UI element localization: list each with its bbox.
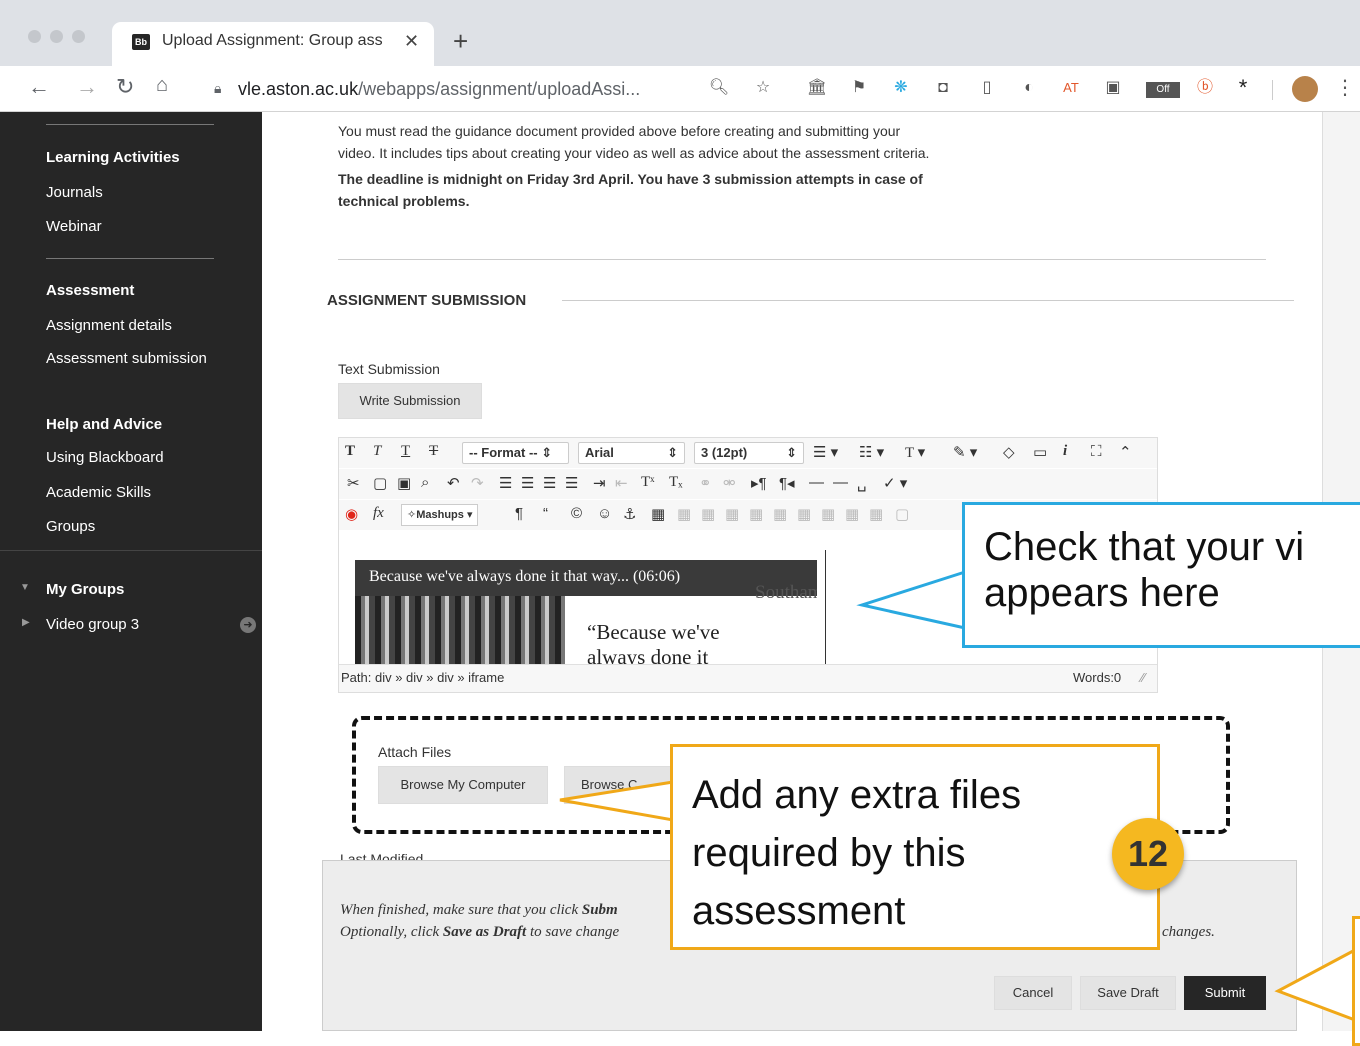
- orange-callout-text: Add any extra files required by this ass…: [692, 773, 1022, 933]
- blue-callout-text: Check that your vi appears here: [984, 525, 1305, 615]
- orange-callout-pointer: [559, 780, 675, 822]
- submit-callout: [1352, 916, 1360, 1046]
- step-number-badge: 12: [1112, 818, 1184, 890]
- blue-callout-pointer: [856, 569, 967, 630]
- submit-callout-pointer: [1274, 947, 1357, 1023]
